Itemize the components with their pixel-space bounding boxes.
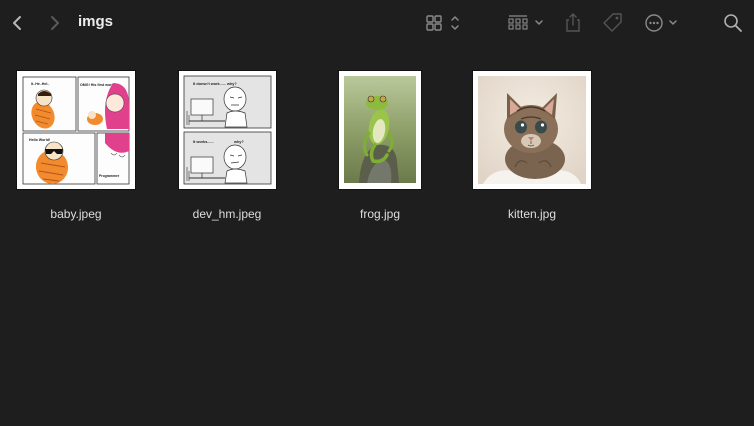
comic-text: It doesn't work...... why? xyxy=(193,82,237,86)
baby-comic-image: It..He..Hel.. OMG! His first words. Hell… xyxy=(17,71,135,189)
group-button[interactable] xyxy=(506,12,546,34)
window-title: imgs xyxy=(78,13,114,30)
action-menu-button[interactable] xyxy=(643,12,683,34)
file-thumbnail[interactable] xyxy=(339,71,421,189)
comic-text: Hello World! xyxy=(29,138,50,142)
toolbar: imgs xyxy=(0,0,754,46)
file-name[interactable]: baby.jpeg xyxy=(16,207,136,221)
search-icon xyxy=(724,14,742,32)
share-button[interactable] xyxy=(562,11,584,35)
view-mode-button[interactable] xyxy=(424,12,464,34)
file-name[interactable]: kitten.jpg xyxy=(472,207,592,221)
ellipsis-circle-icon xyxy=(645,14,677,32)
comic-text: It..He..Hel.. xyxy=(31,82,49,86)
group-by-icon xyxy=(508,15,543,30)
comic-text: It works...... xyxy=(193,140,214,144)
kitten-photo xyxy=(473,71,591,189)
frog-photo xyxy=(339,71,421,189)
file-thumbnail[interactable] xyxy=(473,71,591,189)
share-icon xyxy=(566,13,580,32)
comic-text: Programmer xyxy=(99,174,120,178)
file-thumbnail[interactable]: It doesn't work...... why? It works.....… xyxy=(179,71,276,189)
chevron-right-icon xyxy=(51,16,59,30)
file-grid: It..He..Hel.. OMG! His first words. Hell… xyxy=(0,60,754,426)
file-name[interactable]: dev_hm.jpeg xyxy=(167,207,287,221)
chevron-left-icon xyxy=(13,16,21,30)
file-name[interactable]: frog.jpg xyxy=(320,207,440,221)
back-button[interactable] xyxy=(8,13,28,33)
icon-grid-view-icon xyxy=(426,15,459,31)
forward-button[interactable] xyxy=(44,13,64,33)
tag-button[interactable] xyxy=(601,11,625,35)
dev-comic-image: It doesn't work...... why? It works.....… xyxy=(179,71,276,189)
comic-text: why? xyxy=(233,140,244,144)
file-thumbnail[interactable]: It..He..Hel.. OMG! His first words. Hell… xyxy=(17,71,135,189)
search-button[interactable] xyxy=(722,12,744,34)
tag-icon xyxy=(603,13,622,32)
